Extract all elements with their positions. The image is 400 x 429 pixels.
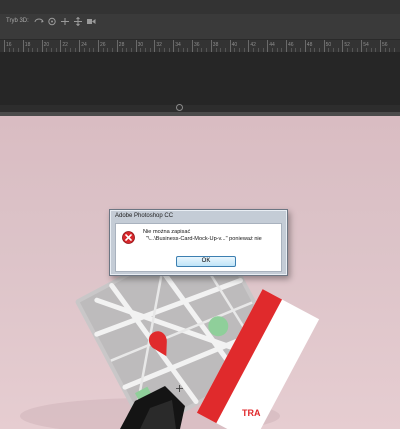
ok-button[interactable]: OK: [176, 256, 236, 267]
rotate-3d-icon[interactable]: [34, 17, 44, 26]
ruler-tick: [361, 40, 363, 52]
ruler-tick: [79, 40, 81, 52]
ruler-tick: [286, 40, 287, 52]
card-text-large: TRA: [242, 408, 261, 418]
ruler-tick: [192, 40, 193, 52]
dialog-title: Adobe Photoshop CC: [115, 213, 174, 219]
ruler-tick: [135, 40, 137, 52]
ruler-tick: [380, 40, 381, 52]
ruler-tick: [60, 40, 62, 52]
ruler-tick: [248, 40, 250, 52]
dialog-message-line-1: Nie można zapisać: [143, 229, 191, 235]
3d-mode-label: Tryb 3D:: [6, 18, 29, 24]
error-dialog: Adobe Photoshop CC Nie można zapisać "\.…: [109, 209, 288, 276]
ruler-tick: [4, 40, 5, 52]
ruler-tick: [229, 40, 231, 52]
dialog-message-line-2: "\...\Business-Card-Mock-Up-v..." poniew…: [146, 236, 262, 242]
crosshair-cursor-icon: [176, 385, 183, 392]
options-bar: Tryb 3D:: [0, 0, 400, 40]
menu-strip: [0, 0, 400, 14]
ruler-tick: [41, 40, 43, 52]
ruler-tick: [22, 40, 24, 52]
roll-3d-icon[interactable]: [47, 17, 57, 26]
error-icon: [122, 231, 135, 244]
drag-3d-icon[interactable]: [60, 17, 70, 26]
slide-3d-icon[interactable]: [73, 17, 83, 26]
dialog-body: Nie można zapisać "\...\Business-Card-Mo…: [115, 223, 282, 272]
ruler-tick: [116, 40, 118, 52]
ruler-tick: [342, 40, 344, 52]
scale-3d-icon[interactable]: [86, 17, 96, 26]
ruler-tick: [267, 40, 269, 52]
ruler-tick: [304, 40, 306, 52]
ruler-tick: [323, 40, 325, 52]
ruler-tick: [210, 40, 212, 52]
panel-footer: [0, 105, 400, 112]
ruler-tick: [98, 40, 99, 52]
ruler-tick: [173, 40, 175, 52]
panel-resize-handle[interactable]: [176, 104, 183, 111]
timeline-panel: [0, 52, 400, 105]
ruler-tick: [154, 40, 156, 52]
